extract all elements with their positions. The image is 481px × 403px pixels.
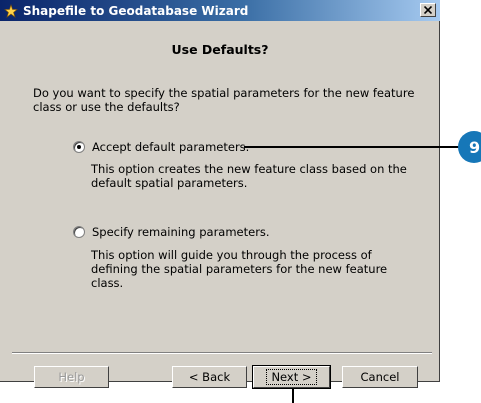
callout-leader-line	[244, 146, 464, 148]
cancel-button[interactable]: Cancel	[342, 366, 418, 388]
accept-defaults-option[interactable]: Accept default parameters.	[73, 140, 249, 154]
back-button-label: < Back	[188, 370, 231, 384]
accept-defaults-label[interactable]: Accept default parameters.	[92, 140, 249, 154]
next-button[interactable]: Next >	[252, 365, 331, 389]
next-button-label: Next >	[266, 369, 317, 385]
help-button-label: Help	[58, 370, 85, 384]
close-button[interactable]	[420, 3, 436, 17]
accept-defaults-description: This option creates the new feature clas…	[91, 162, 407, 190]
specify-parameters-radio[interactable]	[73, 226, 85, 238]
specify-parameters-description: This option will guide you through the p…	[91, 248, 388, 290]
close-icon	[424, 6, 432, 14]
window-title: Shapefile to Geodatabase Wizard	[23, 3, 249, 18]
next-button-pointer-line	[292, 388, 294, 403]
question-text: Do you want to specify the spatial param…	[33, 86, 415, 114]
specify-parameters-label[interactable]: Specify remaining parameters.	[92, 225, 270, 239]
step-callout-number: 9	[469, 137, 481, 157]
button-separator	[12, 352, 432, 354]
help-button[interactable]: Help	[34, 366, 109, 388]
back-button[interactable]: < Back	[172, 366, 247, 388]
wizard-icon	[3, 3, 19, 19]
cancel-button-label: Cancel	[360, 370, 400, 384]
step-callout-badge: 9	[458, 131, 481, 163]
wizard-dialog: Shapefile to Geodatabase Wizard Use Defa…	[0, 0, 440, 389]
title-bar[interactable]: Shapefile to Geodatabase Wizard	[0, 0, 440, 21]
page-heading: Use Defaults?	[171, 42, 269, 57]
specify-parameters-option[interactable]: Specify remaining parameters.	[73, 225, 270, 239]
accept-defaults-radio[interactable]	[73, 141, 85, 153]
